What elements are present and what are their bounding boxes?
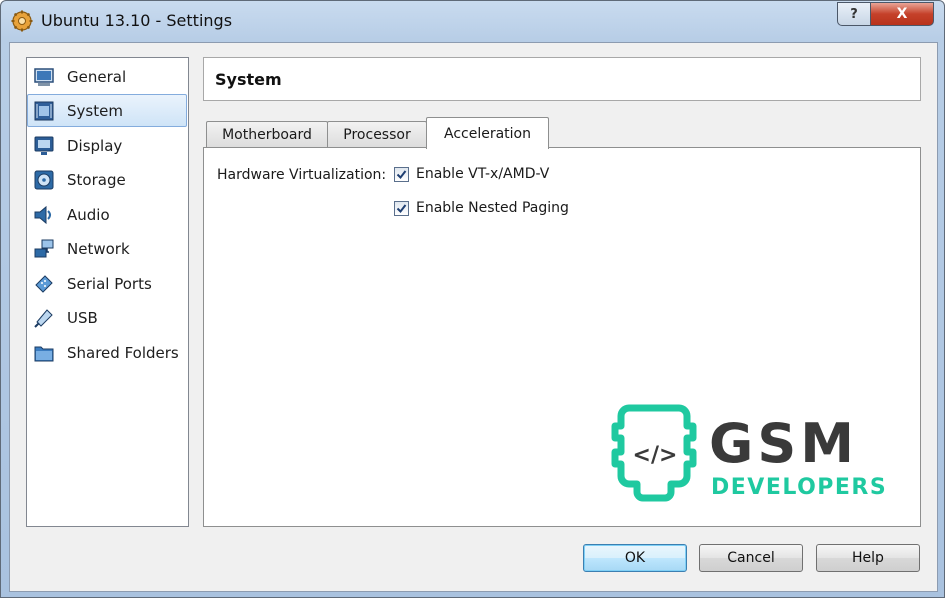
vtx-amdv-checkbox[interactable] — [394, 166, 409, 182]
folder-icon — [33, 342, 55, 364]
sidebar-item-storage[interactable]: Storage — [28, 163, 186, 196]
sidebar-item-label: Network — [67, 239, 130, 258]
sidebar-item-label: USB — [67, 308, 98, 327]
close-button[interactable]: X — [870, 2, 934, 26]
sidebar-item-usb[interactable]: USB — [28, 301, 186, 334]
sidebar-item-general[interactable]: General — [28, 60, 186, 93]
sidebar-item-audio[interactable]: Audio — [28, 198, 186, 231]
sidebar-item-display[interactable]: Display — [28, 129, 186, 162]
sidebar-item-system[interactable]: System — [27, 94, 187, 127]
vtx-amdv-label: Enable VT-x/AMD-V — [416, 166, 550, 182]
title-bar[interactable]: Ubuntu 13.10 - Settings ? X — [1, 1, 944, 41]
sidebar-item-label: Display — [67, 136, 123, 155]
ok-button[interactable]: OK — [583, 544, 687, 572]
display-icon — [33, 135, 55, 157]
nested-paging-label: Enable Nested Paging — [416, 200, 569, 216]
page-title: System — [215, 70, 282, 89]
gsm-developers-watermark: </> GSM DEVELOPERS — [605, 402, 905, 512]
logo-title: GSM — [709, 412, 858, 475]
window-title: Ubuntu 13.10 - Settings — [41, 11, 233, 30]
section-header: System — [203, 57, 921, 101]
help-button[interactable]: Help — [816, 544, 920, 572]
network-icon — [33, 238, 55, 260]
sidebar-item-serial-ports[interactable]: Serial Ports — [28, 267, 186, 300]
sidebar-item-label: Audio — [67, 205, 110, 224]
sidebar-item-shared-folders[interactable]: Shared Folders — [28, 336, 186, 369]
sidebar-item-label: Serial Ports — [67, 274, 152, 293]
acceleration-panel: Hardware Virtualization: Enable VT-x/AMD… — [203, 147, 921, 527]
cancel-button[interactable]: Cancel — [699, 544, 803, 572]
monitor-icon — [33, 66, 55, 88]
sidebar-item-label: Shared Folders — [67, 343, 179, 362]
sidebar-item-label: System — [67, 101, 123, 120]
nested-paging-option[interactable]: Enable Nested Paging — [394, 200, 569, 216]
speaker-icon — [33, 204, 55, 226]
tab-acceleration[interactable]: Acceleration — [426, 117, 549, 149]
sidebar-item-network[interactable]: Network — [28, 232, 186, 265]
logo-subtitle: DEVELOPERS — [711, 475, 887, 500]
tab-motherboard[interactable]: Motherboard — [206, 121, 328, 148]
disk-icon — [33, 169, 55, 191]
tab-processor[interactable]: Processor — [327, 121, 427, 148]
serial-port-icon — [33, 273, 55, 295]
settings-sidebar: General System Display Storage Audio Net… — [26, 57, 189, 527]
settings-window: Ubuntu 13.10 - Settings ? X General Syst… — [0, 0, 945, 598]
sidebar-item-label: General — [67, 67, 127, 86]
nested-paging-checkbox[interactable] — [394, 200, 409, 216]
svg-text:</>: </> — [633, 443, 678, 468]
title-help-button[interactable]: ? — [837, 2, 870, 26]
dialog-client-area: General System Display Storage Audio Net… — [9, 42, 938, 592]
caption-buttons: ? X — [837, 2, 934, 26]
virtualbox-gear-icon — [11, 10, 33, 32]
code-bulb-icon: </> — [611, 404, 697, 502]
gsm-developers-logo: </> GSM DEVELOPERS — [611, 404, 887, 502]
usb-icon — [33, 307, 55, 329]
vtx-amdv-option[interactable]: Enable VT-x/AMD-V — [394, 166, 549, 182]
chip-icon — [33, 100, 55, 122]
sidebar-item-label: Storage — [67, 170, 126, 189]
hardware-virtualization-label: Hardware Virtualization: — [217, 167, 387, 183]
